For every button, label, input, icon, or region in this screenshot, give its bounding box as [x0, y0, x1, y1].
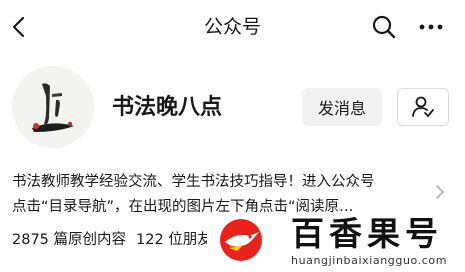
more-button[interactable] [414, 12, 448, 42]
watermark: 百香果号 huangjinbaixiangguo.com [207, 212, 465, 272]
account-name: 书法晚八点 [112, 95, 223, 120]
calligraphy-avatar-icon [12, 66, 94, 148]
watermark-brand: 百香果号 [291, 214, 443, 253]
chevron-right-icon [436, 185, 444, 199]
bird-logo-icon [220, 219, 262, 261]
description-expand[interactable] [432, 184, 448, 200]
search-button[interactable] [368, 12, 400, 42]
watermark-url: huangjinbaixiangguo.com [291, 254, 448, 267]
account-stats: 2875 篇原创内容 122 位朋友 [12, 229, 212, 251]
avatar[interactable] [12, 66, 94, 148]
more-dots-icon [419, 24, 443, 30]
user-follow-icon [412, 96, 434, 117]
original-count: 2875 篇原创内容 [12, 232, 127, 248]
top-bar: 公众号 [0, 0, 465, 54]
search-icon [372, 15, 396, 39]
send-message-button[interactable]: 发消息 [302, 88, 382, 126]
friends-following: 122 位朋友 [136, 232, 212, 248]
description-line-1: 书法教师教学经验交流、学生书法技巧指导！进入公众号 [12, 174, 375, 190]
follow-button[interactable] [397, 88, 449, 126]
